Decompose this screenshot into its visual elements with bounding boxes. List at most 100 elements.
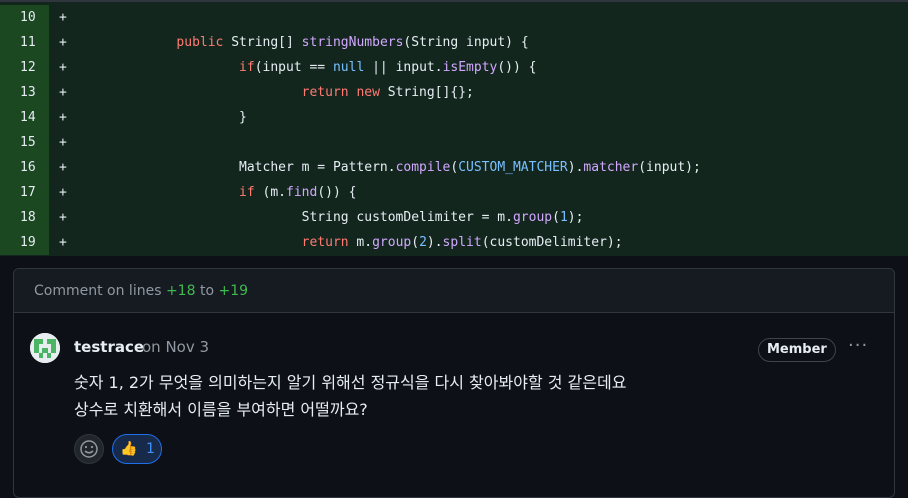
avatar[interactable] — [30, 333, 60, 363]
diff-line: 17 + if (m.find()) { — [0, 180, 908, 205]
diff-sign: + — [59, 10, 67, 25]
code-token: ). — [567, 160, 584, 175]
code-token: (String input) { — [403, 35, 529, 50]
code-line: + public String[] stringNumbers(String i… — [49, 30, 908, 55]
code-line: + String customDelimiter = m.group(1); — [49, 205, 908, 230]
line-number[interactable]: 14 — [0, 105, 49, 130]
comment-body-line: 상수로 치환해서 이름을 부여하면 어떨까요? — [74, 400, 368, 419]
code-token: return — [301, 85, 349, 100]
diff-line: 11 + public String[] stringNumbers(String… — [0, 30, 908, 55]
member-badge: Member — [758, 338, 836, 362]
code-token: group — [372, 235, 412, 250]
comment-author[interactable]: testrace — [74, 338, 144, 356]
code-line: + Matcher m = Pattern.compile(CUSTOM_MAT… — [49, 155, 908, 180]
code-line: + } — [49, 105, 908, 130]
diff-sign: + — [59, 185, 67, 200]
thread-header-to: to — [199, 283, 215, 299]
thread-header: Comment on lines +18 to +19 — [14, 269, 894, 313]
line-start[interactable]: +18 — [166, 283, 196, 299]
code-token: 1 — [559, 210, 568, 225]
diff-line: 14 + } — [0, 105, 908, 130]
code-line: + return m.group(2).split(customDelimite… — [49, 230, 908, 255]
code-line: + — [49, 5, 908, 30]
code-token: ). — [426, 235, 443, 250]
code-token: null — [332, 60, 365, 75]
code-token: isEmpty — [442, 60, 498, 75]
diff-line: 16 + Matcher m = Pattern.compile(CUSTOM_M… — [0, 155, 908, 180]
more-options-icon[interactable]: ··· — [848, 335, 868, 356]
diff-line: 19 + return m.group(2).split(customDelimi… — [0, 230, 908, 255]
comment-body: 숫자 1, 2가 무엇을 의미하는지 알기 위해선 정규식을 다시 찾아봐야할 … — [74, 369, 834, 423]
line-number[interactable]: 19 — [0, 230, 49, 255]
code-token: (input == — [254, 60, 333, 75]
add-reaction-button[interactable] — [74, 434, 104, 464]
code-token: } — [113, 110, 247, 125]
code-token: stringNumbers — [301, 35, 404, 50]
code-token: split — [442, 235, 482, 250]
line-number[interactable]: 17 — [0, 180, 49, 205]
code-token: new — [356, 85, 380, 100]
code-token: group — [512, 210, 553, 225]
diff-line: 15 + — [0, 130, 908, 155]
diff-line: 13 + return new String[]{}; — [0, 80, 908, 105]
code-token: (m. — [254, 185, 287, 200]
reaction-count: 1 — [146, 441, 155, 457]
code-line: + return new String[]{}; — [49, 80, 908, 105]
diff-sign: + — [59, 110, 67, 125]
code-token: ); — [567, 210, 584, 225]
code-token: ( — [552, 210, 560, 225]
thumbs-up-icon: 👍 — [120, 441, 138, 457]
code-token: find — [286, 185, 318, 200]
code-line: + if (m.find()) { — [49, 180, 908, 205]
diff-sign: + — [59, 60, 67, 75]
line-number[interactable]: 16 — [0, 155, 49, 180]
diff-line: 18 + String customDelimiter = m.group(1); — [0, 205, 908, 230]
diff-view: 10 + 11 + public String[] stringNumbers(St… — [0, 0, 908, 256]
thumbs-up-reaction-button[interactable]: 👍 1 — [112, 434, 162, 464]
code-token: String[]{}; — [379, 85, 474, 100]
diff-sign: + — [59, 160, 67, 175]
code-token: 2 — [419, 235, 427, 250]
code-token: if — [239, 60, 255, 75]
identicon-icon — [30, 333, 60, 363]
diff-sign: + — [59, 210, 67, 225]
diff-sign: + — [59, 235, 67, 250]
line-number[interactable]: 12 — [0, 55, 49, 80]
line-number[interactable]: 10 — [0, 5, 49, 30]
code-token: if — [239, 185, 255, 200]
diff-sign: + — [59, 35, 67, 50]
line-end[interactable]: +19 — [218, 283, 248, 299]
code-token: ( — [450, 160, 459, 175]
diff-line: 12 + if(input == null || input.isEmpty())… — [0, 55, 908, 80]
code-token: CUSTOM_MATCHER — [458, 160, 568, 175]
line-number[interactable]: 18 — [0, 205, 49, 230]
code-token: matcher — [583, 160, 639, 175]
code-token: (input); — [638, 160, 701, 175]
code-line: + — [49, 130, 908, 155]
comment-body-line: 숫자 1, 2가 무엇을 의미하는지 알기 위해선 정규식을 다시 찾아봐야할 … — [74, 373, 627, 392]
code-token: (customDelimiter); — [481, 235, 623, 250]
line-number[interactable]: 15 — [0, 130, 49, 155]
code-token: || input. — [364, 60, 443, 75]
smiley-icon — [80, 440, 98, 458]
line-number[interactable]: 11 — [0, 30, 49, 55]
thread-header-prefix: Comment on lines — [34, 283, 162, 299]
code-line: + if(input == null || input.isEmpty()) { — [49, 55, 908, 80]
code-token: public — [176, 35, 224, 50]
comment-date[interactable]: on Nov 3 — [142, 338, 209, 356]
code-token: String customDelimiter = m. — [113, 210, 513, 225]
line-number[interactable]: 13 — [0, 80, 49, 105]
diff-sign: + — [59, 85, 67, 100]
code-token: Matcher m = Pattern. — [113, 160, 396, 175]
code-token: String[] — [223, 35, 302, 50]
review-thread: Comment on lines +18 to +19 testrace on … — [13, 268, 895, 498]
code-token: ()) { — [497, 60, 537, 75]
code-token: ()) { — [317, 185, 357, 200]
diff-sign: + — [59, 135, 67, 150]
code-token: m. — [348, 235, 373, 250]
